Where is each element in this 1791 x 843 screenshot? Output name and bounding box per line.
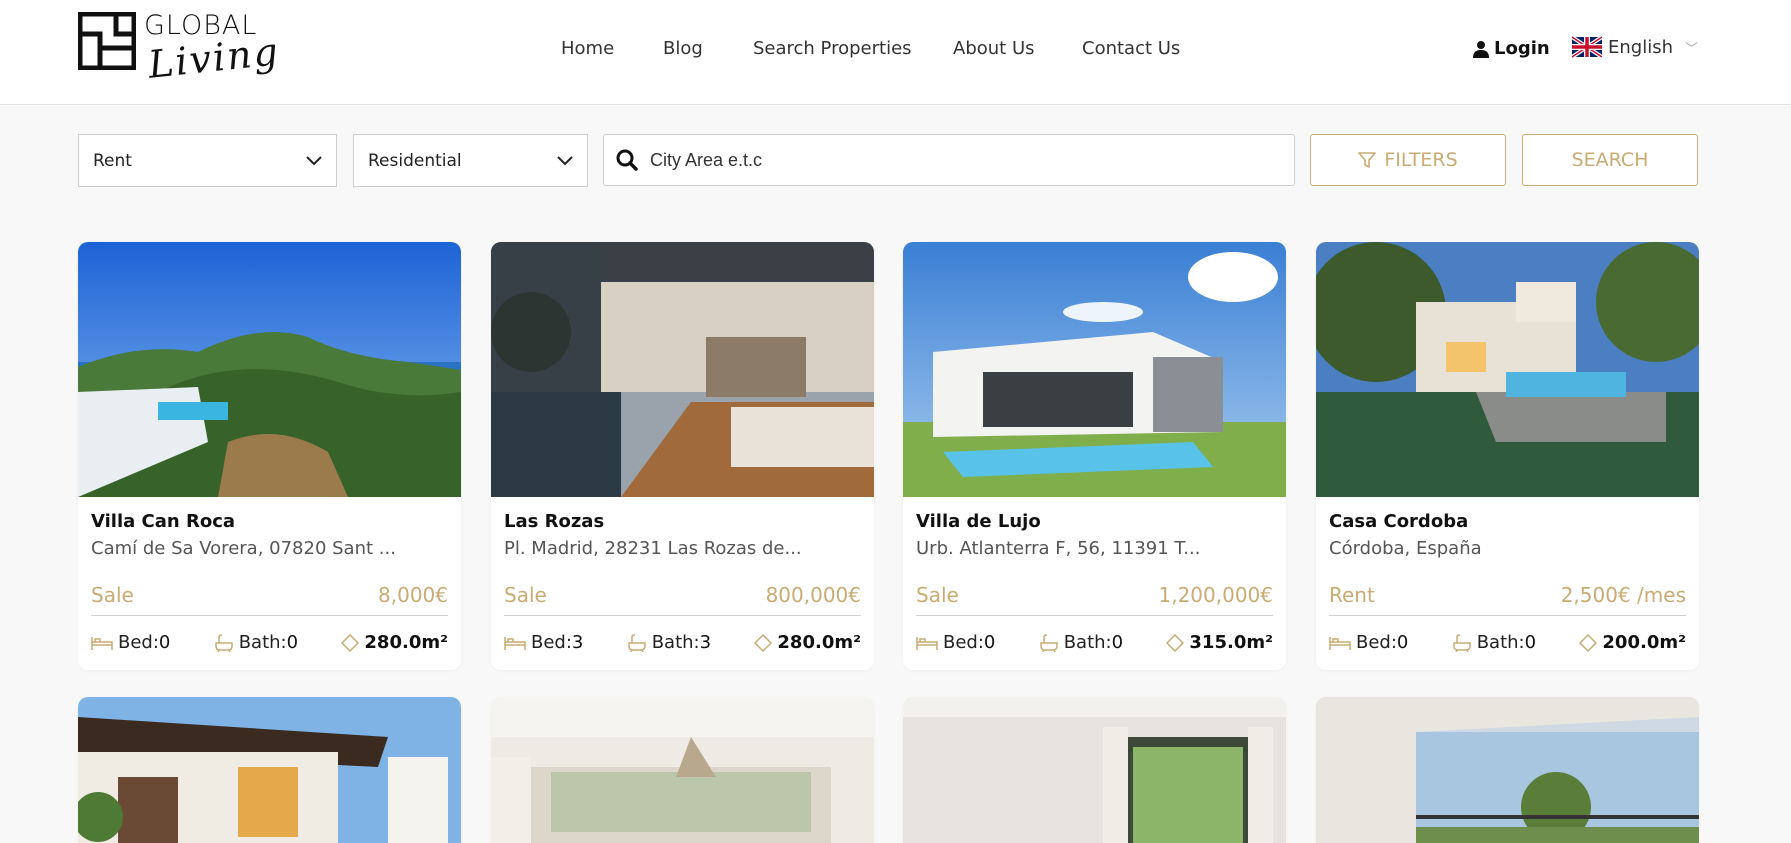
listing-status: Sale bbox=[504, 583, 547, 607]
chevron-down-icon bbox=[557, 155, 573, 165]
property-address: Córdoba, España bbox=[1329, 538, 1482, 559]
property-card[interactable]: Casa Cordoba Córdoba, España Rent 2,500€… bbox=[1316, 242, 1699, 670]
price-row: Sale 1,200,000€ bbox=[916, 583, 1273, 616]
property-photo bbox=[1316, 242, 1699, 497]
property-address: Urb. Atlanterra F, 56, 11391 T... bbox=[916, 538, 1201, 559]
listing-status: Sale bbox=[916, 583, 959, 607]
brand-logo[interactable]: GLOBAL Living bbox=[78, 10, 282, 96]
property-photo bbox=[491, 697, 874, 843]
filter-icon bbox=[1358, 152, 1377, 168]
property-card[interactable] bbox=[903, 697, 1286, 843]
bathtub-icon bbox=[627, 633, 646, 652]
bath-count: Bath:0 bbox=[1452, 632, 1536, 653]
property-photo bbox=[1316, 697, 1699, 843]
language-label: English bbox=[1608, 36, 1673, 58]
login-button[interactable]: Login bbox=[1472, 38, 1550, 59]
price-row: Sale 8,000€ bbox=[91, 583, 448, 616]
nav-search-properties[interactable]: Search Properties bbox=[753, 38, 912, 59]
nav-home[interactable]: Home bbox=[561, 38, 614, 59]
property-address: Pl. Madrid, 28231 Las Rozas de... bbox=[504, 538, 802, 559]
bed-icon bbox=[1329, 636, 1351, 650]
bed-icon bbox=[916, 636, 938, 650]
listing-type-value: Rent bbox=[93, 150, 132, 171]
property-price: 800,000€ bbox=[765, 583, 861, 607]
area-icon bbox=[341, 633, 360, 652]
property-photo bbox=[78, 242, 461, 497]
bed-count: Bed:3 bbox=[504, 632, 583, 653]
language-selector[interactable]: English ﹀ bbox=[1572, 36, 1698, 58]
property-title: Villa Can Roca bbox=[91, 511, 236, 532]
bath-count: Bath:0 bbox=[1039, 632, 1123, 653]
bathtub-icon bbox=[1452, 633, 1471, 652]
listing-status: Rent bbox=[1329, 583, 1375, 607]
listing-status: Sale bbox=[91, 583, 134, 607]
price-row: Sale 800,000€ bbox=[504, 583, 861, 616]
property-category-select[interactable]: Residential bbox=[353, 134, 588, 187]
chevron-down-icon: ﹀ bbox=[1685, 41, 1699, 57]
property-title: Las Rozas bbox=[504, 511, 605, 532]
site-header: GLOBAL Living Home Blog Search Propertie… bbox=[0, 0, 1791, 105]
property-photo bbox=[903, 242, 1286, 497]
property-price: 1,200,000€ bbox=[1158, 583, 1273, 607]
search-button[interactable]: SEARCH bbox=[1522, 134, 1698, 186]
filters-label: FILTERS bbox=[1384, 149, 1458, 171]
property-stats: Bed:0 Bath:0 200.0m² bbox=[1329, 632, 1686, 653]
search-label: SEARCH bbox=[1571, 149, 1649, 171]
property-stats: Bed:0 Bath:0 315.0m² bbox=[916, 632, 1273, 653]
area-icon bbox=[754, 633, 773, 652]
property-stats: Bed:3 Bath:3 280.0m² bbox=[504, 632, 861, 653]
chevron-down-icon bbox=[306, 155, 322, 165]
search-icon bbox=[616, 149, 638, 171]
nav-blog[interactable]: Blog bbox=[663, 38, 703, 59]
property-title: Villa de Lujo bbox=[916, 511, 1041, 532]
property-title: Casa Cordoba bbox=[1329, 511, 1469, 532]
bathtub-icon bbox=[1039, 633, 1058, 652]
bed-icon bbox=[91, 636, 113, 650]
nav-about-us[interactable]: About Us bbox=[953, 38, 1035, 59]
area-icon bbox=[1166, 633, 1185, 652]
property-card[interactable] bbox=[1316, 697, 1699, 843]
nav-contact-us[interactable]: Contact Us bbox=[1082, 38, 1180, 59]
property-photo bbox=[491, 242, 874, 497]
location-search[interactable] bbox=[603, 134, 1295, 186]
property-address: Camí de Sa Vorera, 07820 Sant ... bbox=[91, 538, 396, 559]
property-price: 2,500€ /mes bbox=[1560, 583, 1686, 607]
property-card[interactable] bbox=[78, 697, 461, 843]
bathtub-icon bbox=[214, 633, 233, 652]
bed-count: Bed:0 bbox=[916, 632, 995, 653]
listing-type-select[interactable]: Rent bbox=[78, 134, 337, 187]
area-size: 280.0m² bbox=[341, 632, 448, 653]
bed-count: Bed:0 bbox=[91, 632, 170, 653]
login-label: Login bbox=[1494, 38, 1550, 59]
property-price: 8,000€ bbox=[378, 583, 448, 607]
bed-count: Bed:0 bbox=[1329, 632, 1408, 653]
property-card[interactable] bbox=[491, 697, 874, 843]
property-photo bbox=[78, 697, 461, 843]
filters-button[interactable]: FILTERS bbox=[1310, 134, 1506, 186]
uk-flag-icon bbox=[1572, 36, 1602, 58]
property-photo bbox=[903, 697, 1286, 843]
price-row: Rent 2,500€ /mes bbox=[1329, 583, 1686, 616]
area-size: 280.0m² bbox=[754, 632, 861, 653]
property-stats: Bed:0 Bath:0 280.0m² bbox=[91, 632, 448, 653]
area-icon bbox=[1579, 633, 1598, 652]
logo-mark-icon bbox=[78, 12, 136, 70]
area-size: 200.0m² bbox=[1579, 632, 1686, 653]
bed-icon bbox=[504, 636, 526, 650]
location-search-input[interactable] bbox=[650, 149, 1250, 171]
bath-count: Bath:0 bbox=[214, 632, 298, 653]
area-size: 315.0m² bbox=[1166, 632, 1273, 653]
property-card[interactable]: Villa de Lujo Urb. Atlanterra F, 56, 113… bbox=[903, 242, 1286, 670]
property-card[interactable]: Villa Can Roca Camí de Sa Vorera, 07820 … bbox=[78, 242, 461, 670]
bath-count: Bath:3 bbox=[627, 632, 711, 653]
property-category-value: Residential bbox=[368, 150, 462, 171]
user-icon bbox=[1473, 40, 1489, 58]
property-card[interactable]: Las Rozas Pl. Madrid, 28231 Las Rozas de… bbox=[491, 242, 874, 670]
